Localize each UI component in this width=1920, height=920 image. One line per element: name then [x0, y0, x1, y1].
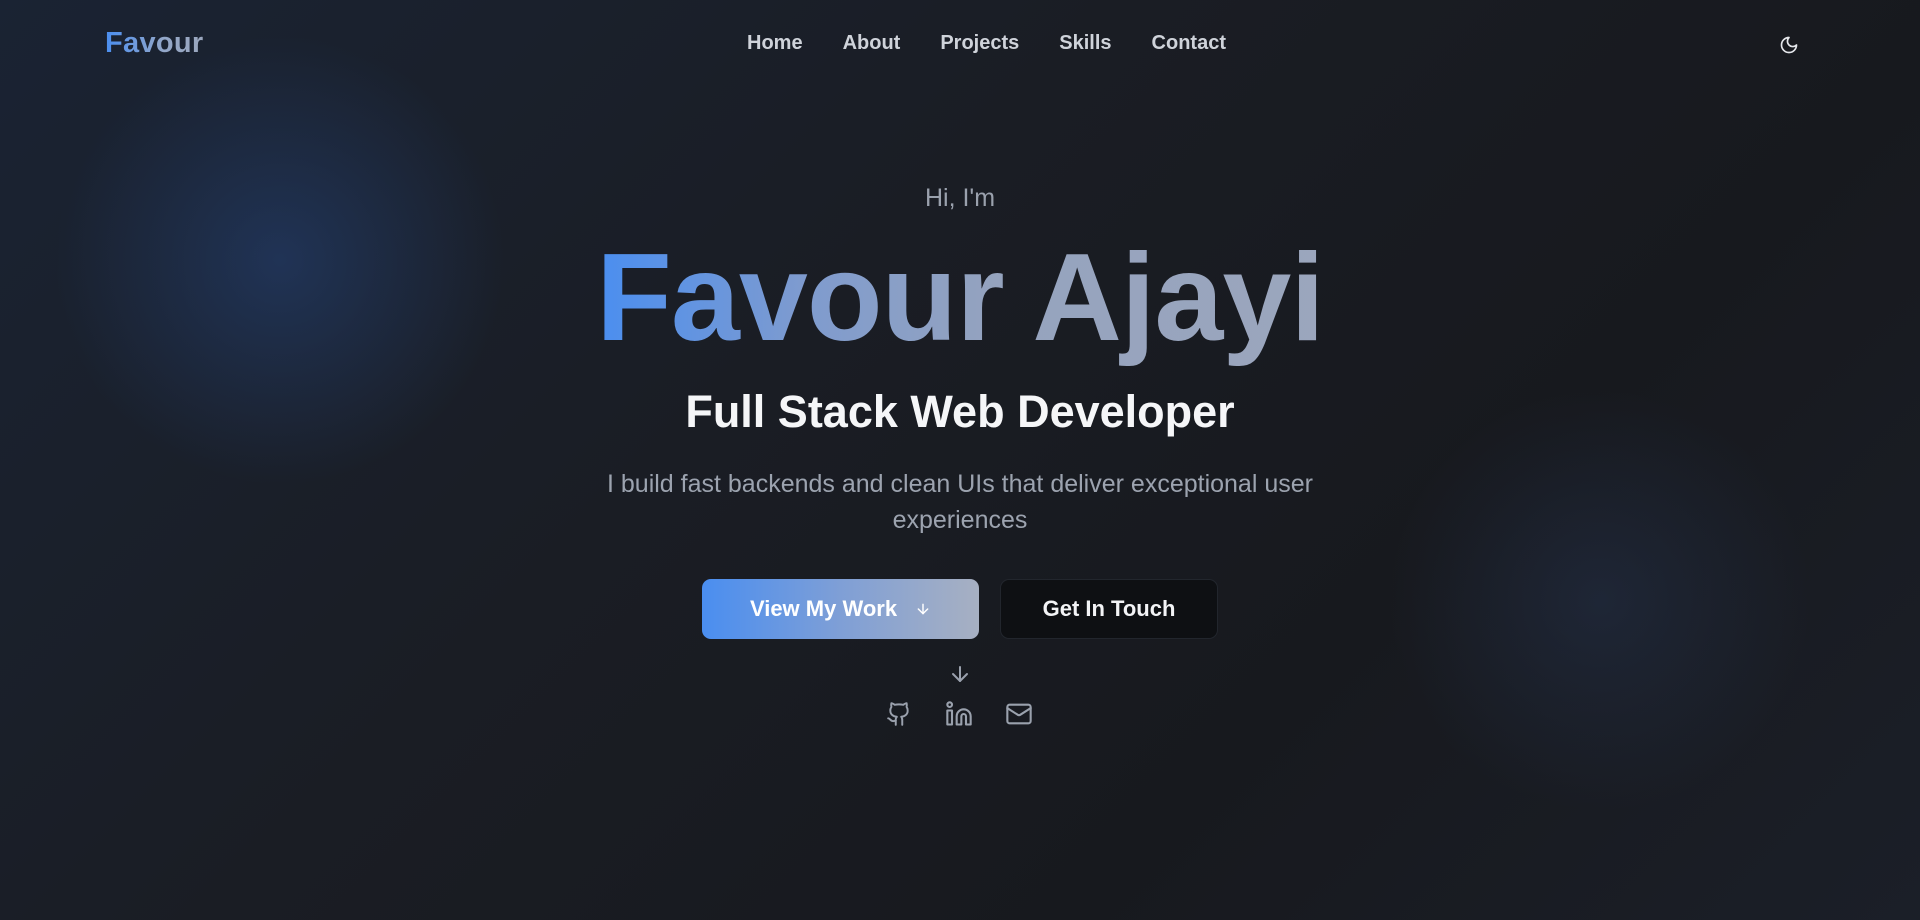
arrow-down-icon [917, 603, 929, 615]
theme-toggle-button[interactable] [1776, 32, 1802, 58]
site-logo[interactable]: Favour [105, 27, 204, 60]
page: Favour Home About Projects Skills Contac… [0, 0, 1920, 920]
hero-name-text: Favour Ajayi [596, 229, 1325, 367]
hero-role: Full Stack Web Developer [685, 386, 1235, 437]
hero-greeting: Hi, I'm [924, 184, 996, 212]
hero-buttons: View My Work Get In Touch [702, 579, 1218, 639]
moon-icon [1780, 36, 1798, 54]
nav-link-home[interactable]: Home [747, 32, 803, 55]
github-link[interactable] [885, 699, 913, 729]
hero-description: I build fast backends and clean UIs that… [607, 470, 1313, 534]
nav-link-skills[interactable]: Skills [1059, 32, 1111, 55]
get-in-touch-button[interactable]: Get In Touch [1000, 579, 1218, 639]
hero-name: Favour Ajayi [0, 228, 1920, 368]
navbar: Favour Home About Projects Skills Contac… [0, 0, 1920, 90]
scroll-down-indicator[interactable] [948, 662, 972, 686]
nav-link-contact[interactable]: Contact [1152, 32, 1226, 55]
view-my-work-label: View My Work [749, 596, 898, 621]
nav-links: Home About Projects Skills Contact [747, 32, 1266, 55]
social-links [885, 699, 1033, 729]
arrow-down-icon [952, 666, 968, 682]
view-my-work-button[interactable]: View My Work [702, 579, 979, 639]
nav-link-projects[interactable]: Projects [940, 32, 1019, 55]
email-link[interactable] [1005, 699, 1033, 729]
nav-link-about[interactable]: About [843, 32, 901, 55]
linkedin-link[interactable] [945, 699, 973, 729]
linkedin-icon [946, 701, 972, 726]
mail-icon [1006, 703, 1032, 725]
github-icon [887, 702, 909, 726]
